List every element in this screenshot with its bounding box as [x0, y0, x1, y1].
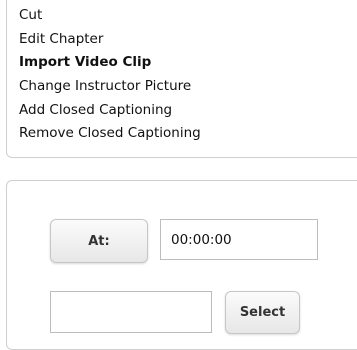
time-field[interactable]: 00:00:00: [160, 219, 318, 260]
file-path-field[interactable]: [50, 291, 212, 333]
menu-item-remove-closed-captioning[interactable]: Remove Closed Captioning: [19, 122, 357, 146]
select-button[interactable]: Select: [225, 291, 300, 334]
at-button[interactable]: At:: [50, 219, 148, 263]
menu-item-add-closed-captioning[interactable]: Add Closed Captioning: [19, 99, 357, 123]
action-menu: Cut Edit Chapter Import Video Clip Chang…: [6, 0, 357, 158]
menu-item-edit-chapter[interactable]: Edit Chapter: [19, 28, 357, 52]
menu-item-change-instructor-picture[interactable]: Change Instructor Picture: [19, 75, 357, 99]
menu-item-import-video-clip[interactable]: Import Video Clip: [19, 51, 357, 75]
menu-item-cut[interactable]: Cut: [19, 4, 357, 28]
